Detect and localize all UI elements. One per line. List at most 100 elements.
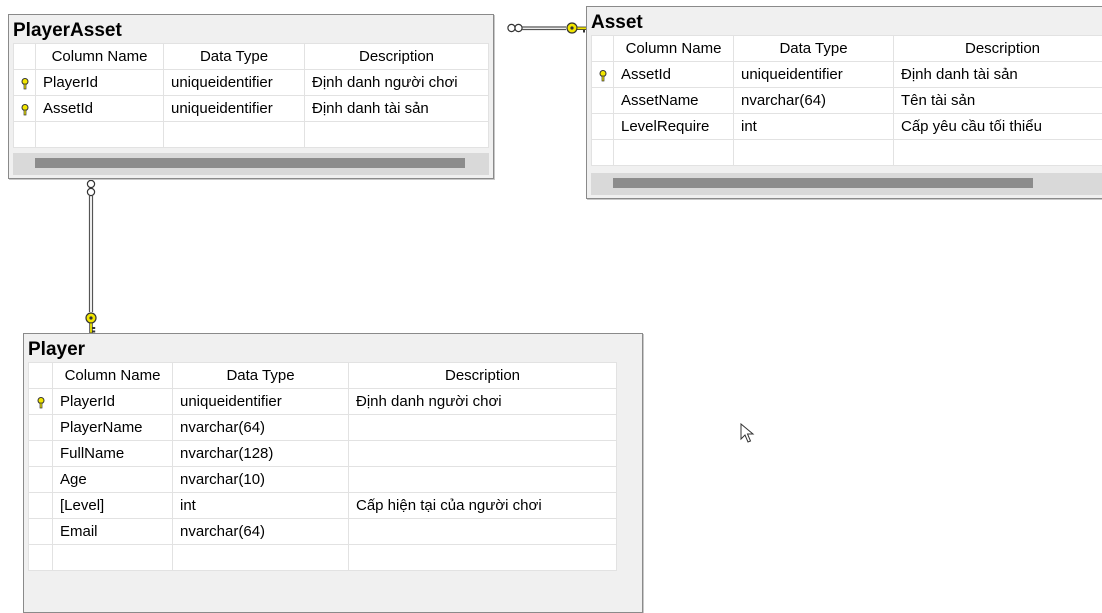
horizontal-scrollbar[interactable] bbox=[13, 153, 489, 175]
table-row[interactable] bbox=[592, 140, 1102, 166]
data-type-cell[interactable]: int bbox=[734, 114, 894, 140]
header-row: Column Name Data Type Description bbox=[29, 363, 617, 389]
table-row[interactable] bbox=[14, 122, 489, 148]
table-row[interactable]: PlayerName nvarchar(64) bbox=[29, 415, 617, 441]
column-name-cell[interactable]: Age bbox=[53, 467, 173, 493]
scrollbar-thumb[interactable] bbox=[613, 178, 1033, 188]
data-type-cell[interactable]: int bbox=[173, 493, 349, 519]
description-cell[interactable] bbox=[305, 122, 489, 148]
description-cell[interactable]: Định danh tài sản bbox=[894, 62, 1102, 88]
column-name-cell[interactable] bbox=[614, 140, 734, 166]
table-row[interactable]: FullName nvarchar(128) bbox=[29, 441, 617, 467]
row-selector[interactable] bbox=[29, 519, 53, 545]
column-name-cell[interactable]: PlayerId bbox=[36, 70, 164, 96]
column-header: Description bbox=[349, 363, 617, 389]
description-cell[interactable]: Tên tài sản bbox=[894, 88, 1102, 114]
column-header: Data Type bbox=[164, 44, 305, 70]
mouse-cursor-icon bbox=[740, 423, 756, 445]
scrollbar-thumb[interactable] bbox=[35, 158, 465, 168]
table-row[interactable]: PlayerId uniqueidentifier Định danh ngườ… bbox=[29, 389, 617, 415]
data-type-cell[interactable]: uniqueidentifier bbox=[164, 96, 305, 122]
table-row[interactable]: AssetId uniqueidentifier Định danh tài s… bbox=[592, 62, 1102, 88]
description-cell[interactable] bbox=[349, 545, 617, 571]
data-type-cell[interactable]: uniqueidentifier bbox=[173, 389, 349, 415]
column-header: Description bbox=[305, 44, 489, 70]
row-selector-header bbox=[14, 44, 36, 70]
description-cell[interactable] bbox=[349, 441, 617, 467]
data-type-cell[interactable]: uniqueidentifier bbox=[734, 62, 894, 88]
key-icon bbox=[20, 77, 30, 89]
player-table[interactable]: Player Column Name Data Type Description… bbox=[23, 333, 643, 613]
key-icon bbox=[86, 313, 96, 333]
row-selector[interactable] bbox=[592, 114, 614, 140]
column-name-cell[interactable]: [Level] bbox=[53, 493, 173, 519]
data-type-cell[interactable] bbox=[173, 545, 349, 571]
row-selector[interactable] bbox=[14, 70, 36, 96]
horizontal-scrollbar[interactable] bbox=[591, 173, 1102, 195]
column-header: Data Type bbox=[734, 36, 894, 62]
column-name-cell[interactable] bbox=[53, 545, 173, 571]
data-type-cell[interactable] bbox=[164, 122, 305, 148]
row-selector[interactable] bbox=[29, 415, 53, 441]
data-type-cell[interactable]: nvarchar(128) bbox=[173, 441, 349, 467]
columns-grid: Column Name Data Type Description Player… bbox=[28, 362, 617, 571]
column-header: Column Name bbox=[614, 36, 734, 62]
column-name-cell[interactable] bbox=[36, 122, 164, 148]
description-cell[interactable]: Cấp hiện tại của người chơi bbox=[349, 493, 617, 519]
table-row[interactable]: [Level] int Cấp hiện tại của người chơi bbox=[29, 493, 617, 519]
column-name-cell[interactable]: Email bbox=[53, 519, 173, 545]
table-row[interactable]: Age nvarchar(10) bbox=[29, 467, 617, 493]
row-selector-header bbox=[29, 363, 53, 389]
table-row[interactable]: AssetId uniqueidentifier Định danh tài s… bbox=[14, 96, 489, 122]
row-selector[interactable] bbox=[592, 88, 614, 114]
description-cell[interactable] bbox=[349, 415, 617, 441]
column-name-cell[interactable]: LevelRequire bbox=[614, 114, 734, 140]
data-type-cell[interactable]: nvarchar(64) bbox=[173, 415, 349, 441]
column-name-cell[interactable]: PlayerName bbox=[53, 415, 173, 441]
key-icon bbox=[20, 103, 30, 115]
row-selector[interactable] bbox=[29, 493, 53, 519]
description-cell[interactable] bbox=[349, 467, 617, 493]
relationship-playerasset-player bbox=[86, 180, 96, 333]
key-icon bbox=[36, 396, 46, 408]
row-selector[interactable] bbox=[592, 140, 614, 166]
columns-grid: Column Name Data Type Description AssetI… bbox=[591, 35, 1102, 166]
row-selector[interactable] bbox=[14, 122, 36, 148]
description-cell[interactable] bbox=[894, 140, 1102, 166]
row-selector[interactable] bbox=[29, 545, 53, 571]
row-selector-header bbox=[592, 36, 614, 62]
column-name-cell[interactable]: PlayerId bbox=[53, 389, 173, 415]
columns-grid: Column Name Data Type Description Player… bbox=[13, 43, 489, 148]
row-selector[interactable] bbox=[29, 441, 53, 467]
description-cell[interactable] bbox=[349, 519, 617, 545]
data-type-cell[interactable] bbox=[734, 140, 894, 166]
data-type-cell[interactable]: nvarchar(10) bbox=[173, 467, 349, 493]
data-type-cell[interactable]: nvarchar(64) bbox=[173, 519, 349, 545]
description-cell[interactable]: Định danh người chơi bbox=[305, 70, 489, 96]
table-title: PlayerAsset bbox=[13, 21, 122, 41]
column-header: Column Name bbox=[53, 363, 173, 389]
table-row[interactable]: Email nvarchar(64) bbox=[29, 519, 617, 545]
description-cell[interactable]: Định danh người chơi bbox=[349, 389, 617, 415]
row-selector[interactable] bbox=[14, 96, 36, 122]
playerasset-table[interactable]: PlayerAsset Column Name Data Type Descri… bbox=[8, 14, 494, 179]
data-type-cell[interactable]: uniqueidentifier bbox=[164, 70, 305, 96]
table-row[interactable]: AssetName nvarchar(64) Tên tài sản bbox=[592, 88, 1102, 114]
data-type-cell[interactable]: nvarchar(64) bbox=[734, 88, 894, 114]
table-row[interactable] bbox=[29, 545, 617, 571]
description-cell[interactable]: Cấp yêu cầu tối thiểu bbox=[894, 114, 1102, 140]
column-name-cell[interactable]: AssetId bbox=[36, 96, 164, 122]
column-header: Description bbox=[894, 36, 1102, 62]
row-selector[interactable] bbox=[592, 62, 614, 88]
asset-table[interactable]: Asset Column Name Data Type Description … bbox=[586, 6, 1102, 199]
table-row[interactable]: LevelRequire int Cấp yêu cầu tối thiểu bbox=[592, 114, 1102, 140]
column-name-cell[interactable]: FullName bbox=[53, 441, 173, 467]
header-row: Column Name Data Type Description bbox=[14, 44, 489, 70]
column-name-cell[interactable]: AssetId bbox=[614, 62, 734, 88]
row-selector[interactable] bbox=[29, 389, 53, 415]
infinity-icon bbox=[508, 24, 522, 31]
row-selector[interactable] bbox=[29, 467, 53, 493]
column-name-cell[interactable]: AssetName bbox=[614, 88, 734, 114]
table-row[interactable]: PlayerId uniqueidentifier Định danh ngườ… bbox=[14, 70, 489, 96]
description-cell[interactable]: Định danh tài sản bbox=[305, 96, 489, 122]
